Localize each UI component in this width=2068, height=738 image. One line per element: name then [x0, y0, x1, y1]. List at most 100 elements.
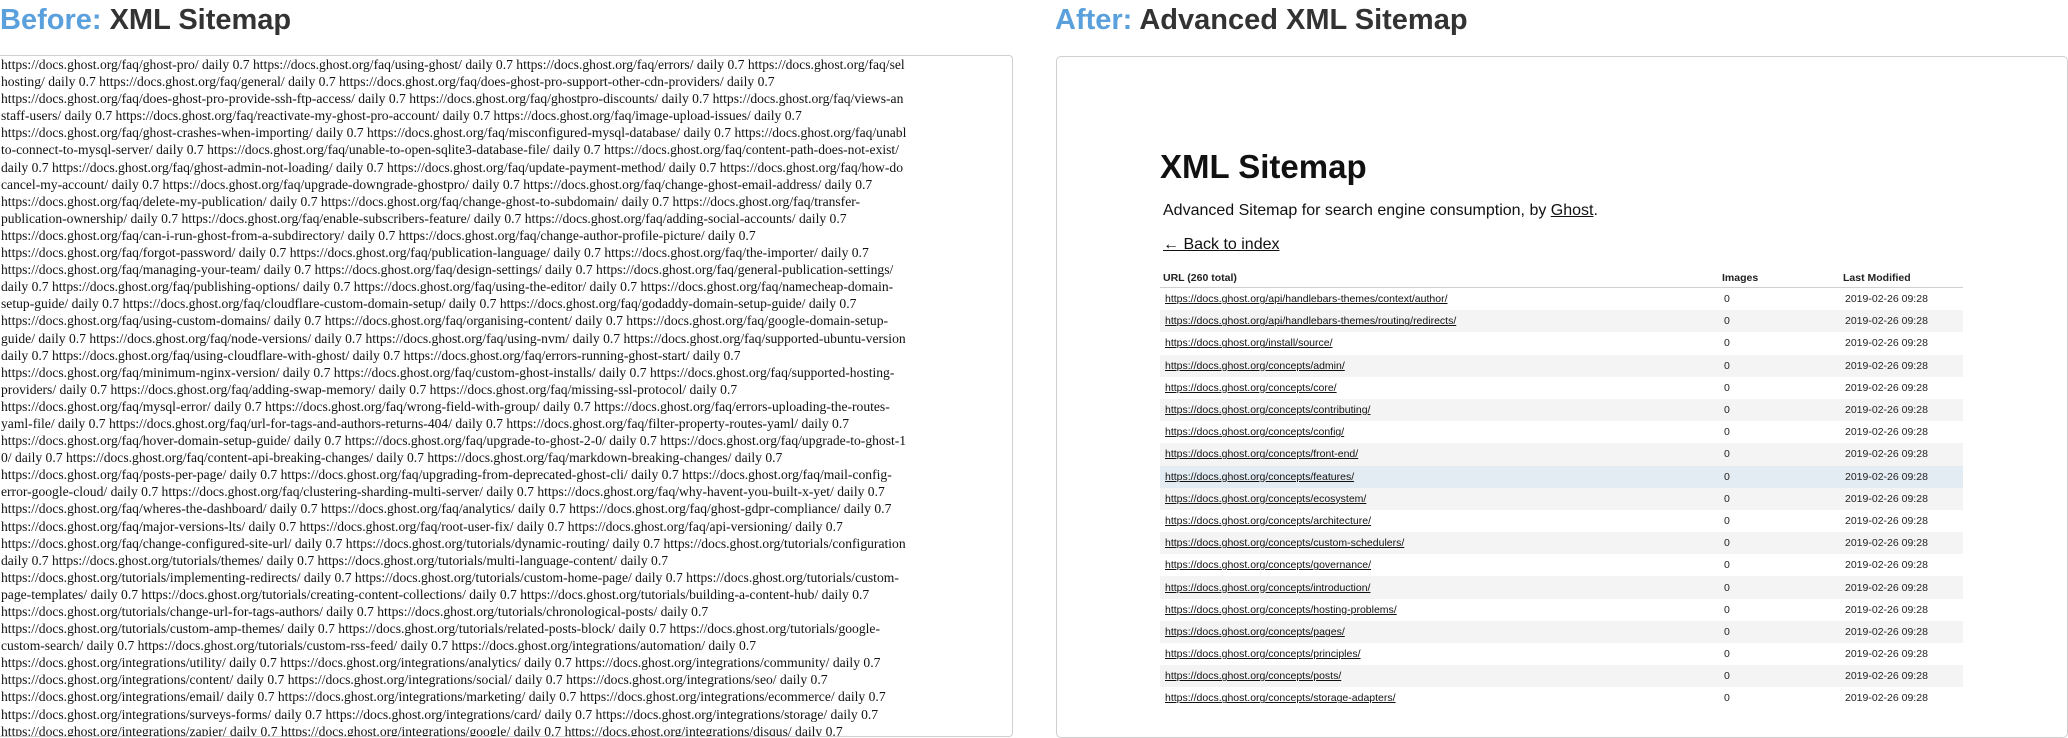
- raw-sitemap-line: https://docs.ghost.org/integrations/zapi…: [1, 723, 843, 737]
- last-modified-cell: 2019-02-26 09:28: [1840, 532, 1963, 555]
- table-row[interactable]: https://docs.ghost.org/concepts/custom-s…: [1160, 532, 1963, 555]
- images-cell: 0: [1719, 620, 1840, 643]
- url-cell: https://docs.ghost.org/concepts/governan…: [1160, 554, 1719, 576]
- sitemap-url-link[interactable]: https://docs.ghost.org/concepts/admin/: [1165, 360, 1345, 372]
- raw-sitemap-line: https://docs.ghost.org/integrations/cont…: [1, 672, 828, 688]
- raw-sitemap-line: https://docs.ghost.org/faq/forgot-passwo…: [1, 245, 869, 261]
- raw-sitemap-line: https://docs.ghost.org/faq/ghost-crashes…: [1, 125, 907, 141]
- column-header-url: URL (260 total): [1160, 268, 1719, 288]
- table-row[interactable]: https://docs.ghost.org/concepts/pages/0 2…: [1160, 620, 1963, 643]
- sitemap-url-link[interactable]: https://docs.ghost.org/concepts/features…: [1165, 471, 1354, 483]
- table-row[interactable]: https://docs.ghost.org/concepts/hosting-…: [1160, 599, 1963, 621]
- raw-sitemap-line: error-google-cloud/ daily 0.7 https://do…: [1, 484, 885, 500]
- raw-sitemap-line: page-templates/ daily 0.7 https://docs.g…: [1, 586, 870, 602]
- last-modified-cell: 2019-02-26 09:28: [1845, 514, 1928, 527]
- images-cell: 0: [1719, 532, 1840, 555]
- before-sitemap-panel[interactable]: https://docs.ghost.org/faq/ghost-pro/ da…: [0, 55, 1013, 737]
- raw-sitemap-line: hosting/ daily 0.7 https://docs.ghost.or…: [1, 74, 775, 90]
- raw-sitemap-line: https://docs.ghost.org/tutorials/impleme…: [1, 569, 899, 585]
- table-row[interactable]: https://docs.ghost.org/api/handlebars-th…: [1160, 288, 1963, 311]
- raw-sitemap-line: publication-ownership/ daily 0.7 https:/…: [1, 210, 847, 226]
- column-header-images: Images: [1719, 268, 1840, 288]
- table-row[interactable]: https://docs.ghost.org/concepts/principl…: [1160, 643, 1963, 665]
- table-row[interactable]: https://docs.ghost.org/concepts/storage-…: [1160, 687, 1963, 709]
- table-row[interactable]: https://docs.ghost.org/concepts/architec…: [1160, 510, 1963, 532]
- raw-sitemap-line: https://docs.ghost.org/integrations/util…: [1, 655, 881, 671]
- url-cell: https://docs.ghost.org/concepts/front-en…: [1160, 443, 1719, 466]
- sitemap-url-link[interactable]: https://docs.ghost.org/concepts/pages/: [1165, 626, 1345, 638]
- sitemap-table-body: https://docs.ghost.org/api/handlebars-th…: [1160, 288, 1963, 710]
- raw-sitemap-line: yaml-file/ daily 0.7 https://docs.ghost.…: [1, 415, 850, 431]
- sitemap-url-link[interactable]: https://docs.ghost.org/concepts/front-en…: [1165, 448, 1358, 460]
- url-cell: https://docs.ghost.org/concepts/storage-…: [1160, 687, 1719, 709]
- images-cell: 0: [1719, 665, 1840, 688]
- table-header-row: URL (260 total) Images Last Modified: [1160, 268, 1963, 288]
- table-row[interactable]: https://docs.ghost.org/concepts/governan…: [1160, 554, 1963, 576]
- images-cell: 0: [1724, 337, 1730, 350]
- table-row[interactable]: https://docs.ghost.org/concepts/contribu…: [1160, 398, 1963, 422]
- raw-sitemap-line: custom-search/ daily 0.7 https://docs.gh…: [1, 638, 756, 654]
- raw-sitemap-line: https://docs.ghost.org/faq/can-i-run-gho…: [1, 227, 756, 243]
- raw-sitemap-line: https://docs.ghost.org/tutorials/custom-…: [1, 621, 880, 637]
- description-text: Advanced Sitemap for search engine consu…: [1163, 202, 1551, 219]
- sitemap-url-link[interactable]: https://docs.ghost.org/install/source/: [1165, 337, 1333, 349]
- last-modified-cell: 2019-02-26 09:28: [1840, 310, 1963, 333]
- table-row[interactable]: https://docs.ghost.org/concepts/config/0…: [1160, 421, 1963, 443]
- url-cell: https://docs.ghost.org/concepts/hosting-…: [1160, 599, 1719, 621]
- before-label: Before:: [0, 4, 102, 36]
- sitemap-url-link[interactable]: https://docs.ghost.org/concepts/posts/: [1165, 670, 1341, 682]
- table-row[interactable]: https://docs.ghost.org/concepts/admin/0 2…: [1160, 354, 1963, 377]
- table-row[interactable]: https://docs.ghost.org/concepts/introduc…: [1160, 576, 1963, 599]
- table-row[interactable]: https://docs.ghost.org/concepts/front-en…: [1160, 443, 1963, 466]
- sitemap-url-link[interactable]: https://docs.ghost.org/concepts/config/: [1165, 426, 1344, 438]
- sitemap-url-link[interactable]: https://docs.ghost.org/concepts/principl…: [1165, 648, 1361, 660]
- raw-sitemap-line: https://docs.ghost.org/faq/minimum-nginx…: [1, 364, 895, 380]
- sitemap-url-link[interactable]: https://docs.ghost.org/concepts/introduc…: [1165, 582, 1370, 594]
- raw-sitemap-line: https://docs.ghost.org/faq/managing-your…: [1, 262, 894, 278]
- raw-sitemap-line: staff-users/ daily 0.7 https://docs.ghos…: [1, 108, 802, 124]
- images-cell: 0: [1719, 443, 1840, 466]
- raw-sitemap-line: https://docs.ghost.org/faq/major-version…: [1, 518, 843, 534]
- sitemap-content: XML Sitemap Advanced Sitemap for search …: [1160, 147, 1970, 710]
- last-modified-cell: 2019-02-26 09:28: [1845, 381, 1928, 394]
- table-row[interactable]: https://docs.ghost.org/concepts/posts/0 2…: [1160, 665, 1963, 688]
- last-modified-cell: 2019-02-26 09:28: [1845, 337, 1928, 350]
- raw-sitemap-line: 0/ daily 0.7 https://docs.ghost.org/faq/…: [1, 450, 783, 466]
- back-to-index-link[interactable]: ← Back to index: [1163, 235, 1280, 255]
- raw-sitemap-line: daily 0.7 https://docs.ghost.org/faq/usi…: [1, 347, 741, 363]
- before-title: XML Sitemap: [109, 4, 292, 36]
- sitemap-url-link[interactable]: https://docs.ghost.org/concepts/contribu…: [1165, 404, 1370, 416]
- raw-sitemap-line: https://docs.ghost.org/tutorials/change-…: [1, 604, 709, 619]
- sitemap-url-link[interactable]: https://docs.ghost.org/concepts/ecosyste…: [1165, 493, 1366, 505]
- url-cell: https://docs.ghost.org/concepts/ecosyste…: [1160, 487, 1719, 510]
- images-cell: 0: [1724, 381, 1730, 394]
- table-row[interactable]: https://docs.ghost.org/concepts/features…: [1160, 465, 1963, 488]
- sitemap-url-link[interactable]: https://docs.ghost.org/concepts/architec…: [1165, 515, 1371, 527]
- sitemap-url-link[interactable]: https://docs.ghost.org/concepts/core/: [1165, 382, 1337, 394]
- table-row[interactable]: https://docs.ghost.org/install/source/0 2…: [1160, 332, 1963, 354]
- url-cell: https://docs.ghost.org/concepts/posts/: [1160, 665, 1719, 688]
- raw-sitemap-line: guide/ daily 0.7 https://docs.ghost.org/…: [1, 330, 906, 346]
- images-cell: 0: [1724, 559, 1730, 572]
- sitemap-url-link[interactable]: https://docs.ghost.org/concepts/custom-s…: [1165, 537, 1404, 549]
- after-title: Advanced XML Sitemap: [1139, 4, 1468, 36]
- after-sitemap-panel[interactable]: XML Sitemap Advanced Sitemap for search …: [1056, 56, 2068, 738]
- sitemap-url-link[interactable]: https://docs.ghost.org/concepts/hosting-…: [1165, 604, 1397, 616]
- url-cell: https://docs.ghost.org/concepts/architec…: [1160, 510, 1719, 532]
- sitemap-url-link[interactable]: https://docs.ghost.org/api/handlebars-th…: [1165, 315, 1456, 327]
- raw-sitemap-text: https://docs.ghost.org/faq/ghost-pro/ da…: [0, 56, 1012, 737]
- sitemap-url-link[interactable]: https://docs.ghost.org/concepts/governan…: [1165, 559, 1371, 571]
- images-cell: 0: [1724, 514, 1730, 527]
- table-row[interactable]: https://docs.ghost.org/concepts/core/0 20…: [1160, 377, 1963, 399]
- images-cell: 0: [1719, 398, 1840, 422]
- ghost-link[interactable]: Ghost: [1551, 202, 1594, 219]
- sitemap-url-link[interactable]: https://docs.ghost.org/api/handlebars-th…: [1165, 293, 1448, 305]
- last-modified-cell: 2019-02-26 09:28: [1840, 620, 1963, 643]
- raw-sitemap-line: providers/ daily 0.7 https://docs.ghost.…: [1, 381, 738, 397]
- table-row[interactable]: https://docs.ghost.org/concepts/ecosyste…: [1160, 487, 1963, 510]
- raw-sitemap-line: https://docs.ghost.org/faq/ghost-pro/ da…: [1, 57, 905, 72]
- raw-sitemap-line: https://docs.ghost.org/faq/does-ghost-pr…: [1, 91, 904, 107]
- images-cell: 0: [1719, 310, 1840, 333]
- sitemap-url-link[interactable]: https://docs.ghost.org/concepts/storage-…: [1165, 692, 1396, 704]
- table-row[interactable]: https://docs.ghost.org/api/handlebars-th…: [1160, 310, 1963, 333]
